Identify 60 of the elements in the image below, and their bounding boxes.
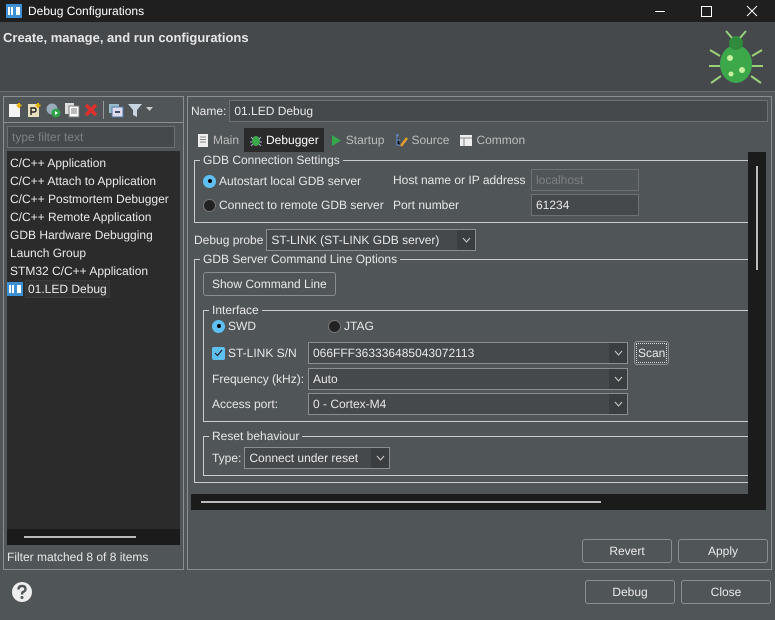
tree-item[interactable]: GDB Hardware Debugging: [7, 226, 180, 244]
frequency-dropdown[interactable]: Auto: [308, 368, 628, 390]
field-label: Debug probe: [194, 232, 264, 249]
tab[interactable]: Source: [389, 128, 454, 152]
ide-icon: [7, 282, 23, 296]
help-icon[interactable]: [12, 582, 32, 602]
tree-item[interactable]: C/C++ Postmortem Debugger: [7, 190, 180, 208]
export-icon[interactable]: [45, 102, 61, 118]
tree-item[interactable]: C/C++ Remote Application: [7, 208, 180, 226]
radio-button[interactable]: Connect to remote GDB server: [203, 196, 393, 214]
group-title: GDB Server Command Line Options: [200, 251, 400, 267]
field-label: Access port:: [212, 396, 280, 413]
tree-item[interactable]: STM32 C/C++ Application: [7, 262, 180, 280]
tree-item[interactable]: 01.LED Debug: [26, 281, 109, 297]
radio-button[interactable]: Autostart local GDB server: [203, 172, 393, 190]
radio-button[interactable]: SWD: [212, 317, 292, 335]
radio-button[interactable]: JTAG: [328, 317, 374, 335]
field-label: Port number: [393, 197, 460, 214]
duplicate-icon[interactable]: [64, 102, 80, 118]
vertical-scrollbar[interactable]: [748, 152, 766, 494]
horizontal-scrollbar[interactable]: [7, 529, 180, 545]
field-label: Type:: [212, 450, 242, 467]
name-field[interactable]: 01.LED Debug: [229, 100, 768, 122]
tab[interactable]: Main: [191, 128, 244, 152]
filter-icon[interactable]: [127, 102, 143, 118]
reset-type-dropdown[interactable]: Connect under reset: [244, 447, 390, 469]
tab[interactable]: Startup: [324, 128, 390, 152]
header-title: Create, manage, and run configurations: [3, 29, 249, 47]
common-icon: [459, 132, 474, 148]
name-label: Name:: [191, 103, 226, 120]
field-label: Frequency (kHz):: [212, 371, 306, 388]
port-field[interactable]: 61234: [531, 194, 639, 216]
serial-number-dropdown[interactable]: 066FFF363336485043072113: [308, 342, 628, 364]
new-file-icon[interactable]: [7, 102, 23, 118]
prototype-file-icon[interactable]: [26, 102, 42, 118]
show-command-line-button[interactable]: Show Command Line: [203, 272, 336, 296]
apply-button[interactable]: Apply: [678, 539, 768, 563]
collapse-all-icon[interactable]: [108, 102, 124, 118]
ide-icon: [6, 4, 22, 18]
revert-button[interactable]: Revert: [582, 539, 672, 563]
horizontal-scrollbar[interactable]: [191, 494, 766, 510]
tree-item[interactable]: C/C++ Attach to Application: [7, 172, 180, 190]
source-icon: [394, 132, 408, 148]
tree-item[interactable]: Launch Group: [7, 244, 180, 262]
tab[interactable]: Debugger: [244, 128, 324, 152]
debug-button[interactable]: Debug: [585, 580, 675, 604]
checkmark-icon: [214, 349, 223, 357]
close-button[interactable]: Close: [681, 580, 771, 604]
scan-button[interactable]: Scan: [634, 341, 670, 365]
filter-status: Filter matched 8 of 8 items: [6, 549, 150, 566]
group-title: GDB Connection Settings: [200, 152, 343, 168]
checkbox[interactable]: ST-LINK S/N: [212, 344, 308, 362]
main-icon: [196, 132, 210, 148]
field-label: Host name or IP address: [393, 172, 527, 189]
debug-probe-dropdown[interactable]: ST-LINK (ST-LINK GDB server): [266, 229, 476, 251]
tab[interactable]: Common: [454, 128, 530, 152]
access-port-dropdown[interactable]: 0 - Cortex-M4: [308, 393, 628, 415]
tree-item[interactable]: C/C++ Application: [7, 154, 180, 172]
view-menu-icon[interactable]: [146, 107, 153, 112]
window-title: Debug Configurations: [28, 3, 146, 20]
